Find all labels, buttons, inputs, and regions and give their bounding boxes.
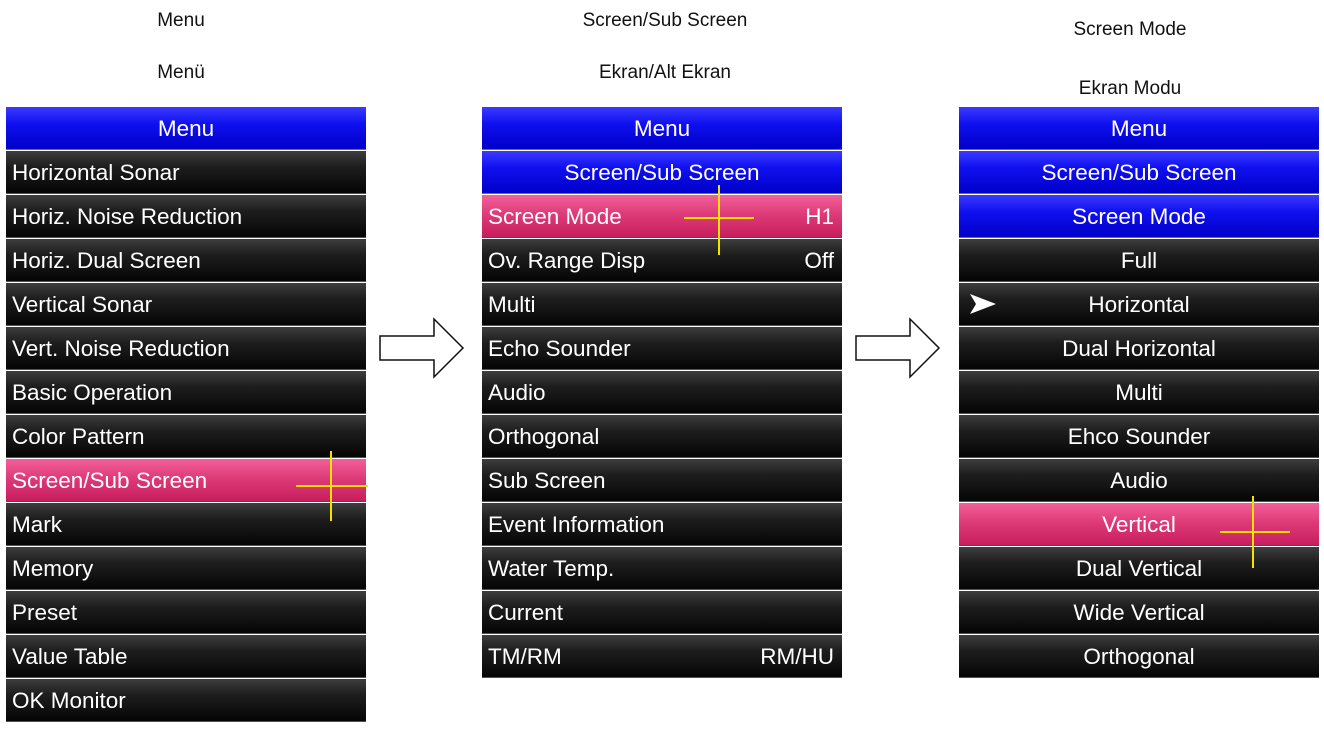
menu-item-audio[interactable]: Audio	[482, 371, 842, 414]
caption-screen-mode-tr: Ekran Modu	[1078, 78, 1182, 99]
menu-panel-screen-mode: Menu Screen/Sub Screen Screen Mode Full …	[959, 107, 1319, 679]
menu-item-event-information[interactable]: Event Information	[482, 503, 842, 546]
right-arrow-outline-icon	[379, 317, 465, 379]
option-dual-horizontal[interactable]: Dual Horizontal	[959, 327, 1319, 370]
caption-screen-sub-screen-en: Screen/Sub Screen	[582, 10, 748, 31]
option-full[interactable]: Full	[959, 239, 1319, 282]
menu-item-orthogonal[interactable]: Orthogonal	[482, 415, 842, 458]
menu-item-label: Ov. Range Disp	[488, 248, 646, 273]
option-horizontal[interactable]: Horizontal	[959, 283, 1319, 326]
pointer-arrow-icon	[970, 294, 996, 314]
menu-item-preset[interactable]: Preset	[6, 591, 366, 634]
caption-menu-tr: Menü	[157, 62, 205, 83]
caption-menu-en: Menu	[157, 10, 205, 31]
menu-item-label: Current	[488, 600, 564, 625]
caption-screen-sub-screen-tr: Ekran/Alt Ekran	[599, 62, 731, 83]
menu-item-label: Water Temp.	[488, 556, 615, 581]
menu-item-vert-noise-reduction[interactable]: Vert. Noise Reduction	[6, 327, 366, 370]
caption-screen-mode-en: Screen Mode	[1073, 19, 1187, 40]
menu-item-label: Orthogonal	[488, 424, 600, 449]
menu-item-current[interactable]: Current	[482, 591, 842, 634]
menu-item-value: Off	[804, 248, 834, 273]
option-echo-sounder[interactable]: Ehco Sounder	[959, 415, 1319, 458]
option-vertical[interactable]: Vertical	[959, 503, 1319, 546]
menu-panel-screen-sub-screen: Menu Screen/Sub Screen Screen Mode H1 Ov…	[482, 107, 842, 679]
menu-item-horiz-noise-reduction[interactable]: Horiz. Noise Reduction	[6, 195, 366, 238]
menu-item-label: Screen Mode	[488, 204, 622, 229]
submenu-header-screen-mode: Screen Mode	[959, 195, 1319, 238]
menu-item-label: Audio	[488, 380, 546, 405]
menu-item-label: Multi	[488, 292, 536, 317]
menu-item-mark[interactable]: Mark	[6, 503, 366, 546]
menu-item-screen-mode[interactable]: Screen Mode H1	[482, 195, 842, 238]
option-dual-vertical[interactable]: Dual Vertical	[959, 547, 1319, 590]
menu-item-vertical-sonar[interactable]: Vertical Sonar	[6, 283, 366, 326]
right-arrow-outline-icon	[855, 317, 941, 379]
menu-item-basic-operation[interactable]: Basic Operation	[6, 371, 366, 414]
option-audio[interactable]: Audio	[959, 459, 1319, 502]
menu-item-label: Echo Sounder	[488, 336, 631, 361]
menu-item-screen-sub-screen[interactable]: Screen/Sub Screen	[6, 459, 366, 502]
menu-item-value: RM/HU	[760, 644, 834, 669]
menu-header: Menu	[6, 107, 366, 150]
option-wide-vertical[interactable]: Wide Vertical	[959, 591, 1319, 634]
option-orthogonal[interactable]: Orthogonal	[959, 635, 1319, 678]
menu-item-value: H1	[805, 204, 834, 229]
menu-item-horiz-dual-screen[interactable]: Horiz. Dual Screen	[6, 239, 366, 282]
menu-item-value-table[interactable]: Value Table	[6, 635, 366, 678]
menu-item-label: TM/RM	[488, 644, 562, 669]
option-label: Horizontal	[1088, 292, 1190, 317]
menu-item-echo-sounder[interactable]: Echo Sounder	[482, 327, 842, 370]
menu-item-color-pattern[interactable]: Color Pattern	[6, 415, 366, 458]
menu-header: Menu	[482, 107, 842, 150]
option-multi[interactable]: Multi	[959, 371, 1319, 414]
menu-item-label: Event Information	[488, 512, 665, 537]
menu-panel-main: Menu Horizontal Sonar Horiz. Noise Reduc…	[6, 107, 366, 723]
menu-item-water-temp[interactable]: Water Temp.	[482, 547, 842, 590]
submenu-header-screen-sub-screen: Screen/Sub Screen	[959, 151, 1319, 194]
submenu-header-screen-sub-screen: Screen/Sub Screen	[482, 151, 842, 194]
menu-item-memory[interactable]: Memory	[6, 547, 366, 590]
menu-header: Menu	[959, 107, 1319, 150]
menu-item-ok-monitor[interactable]: OK Monitor	[6, 679, 366, 722]
menu-item-sub-screen[interactable]: Sub Screen	[482, 459, 842, 502]
menu-item-horizontal-sonar[interactable]: Horizontal Sonar	[6, 151, 366, 194]
menu-item-ov-range-disp[interactable]: Ov. Range Disp Off	[482, 239, 842, 282]
menu-item-label: Sub Screen	[488, 468, 606, 493]
menu-item-tm-rm[interactable]: TM/RM RM/HU	[482, 635, 842, 678]
menu-item-multi[interactable]: Multi	[482, 283, 842, 326]
